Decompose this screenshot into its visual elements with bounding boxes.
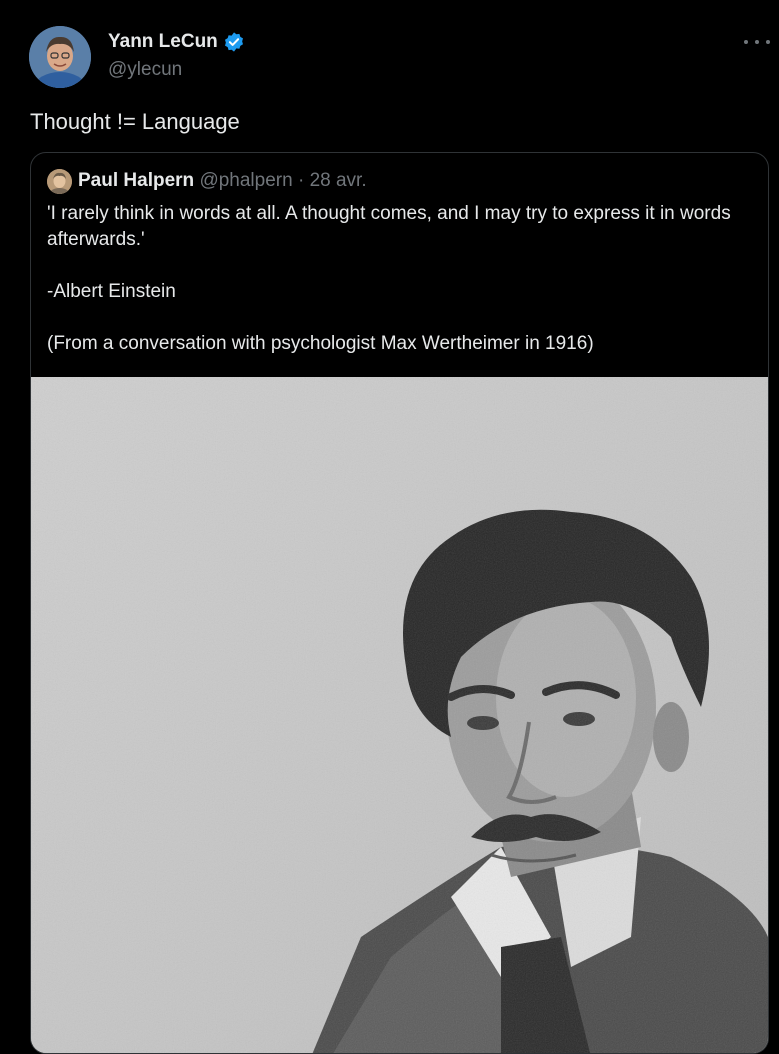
quoted-header: Paul Halpern @phalpern · 28 avr. — [78, 170, 367, 192]
more-dot — [744, 40, 748, 44]
quoted-author-name[interactable]: Paul Halpern — [78, 170, 194, 191]
quoted-line-quote: 'I rarely think in words at all. A thoug… — [47, 203, 731, 250]
tweet-text: Thought != Language — [30, 109, 240, 134]
quoted-tweet-card[interactable]: Paul Halpern @phalpern · 28 avr. 'I rare… — [30, 152, 769, 1054]
quoted-avatar-image — [47, 169, 72, 194]
author-handle[interactable]: @ylecun — [108, 59, 182, 81]
more-dot — [766, 40, 770, 44]
author-name[interactable]: Yann LeCun — [108, 31, 218, 53]
quoted-text: 'I rarely think in words at all. A thoug… — [47, 201, 747, 357]
author-avatar[interactable] — [29, 26, 91, 88]
quoted-author-avatar[interactable] — [47, 169, 72, 194]
author-name-row[interactable]: Yann LeCun — [108, 31, 245, 53]
quoted-line-attribution: -Albert Einstein — [47, 281, 176, 302]
portrait-photo — [31, 377, 768, 1053]
more-options-icon[interactable] — [744, 32, 770, 52]
author-avatar-image — [29, 26, 91, 88]
quoted-media-photo[interactable] — [31, 377, 768, 1053]
quoted-line-source: (From a conversation with psychologist M… — [47, 333, 594, 354]
verified-badge-icon — [224, 32, 243, 52]
quoted-author-handle[interactable]: @phalpern — [199, 170, 292, 191]
quoted-date[interactable]: 28 avr. — [310, 170, 367, 191]
quoted-separator: · — [297, 170, 305, 191]
more-dot — [755, 40, 759, 44]
